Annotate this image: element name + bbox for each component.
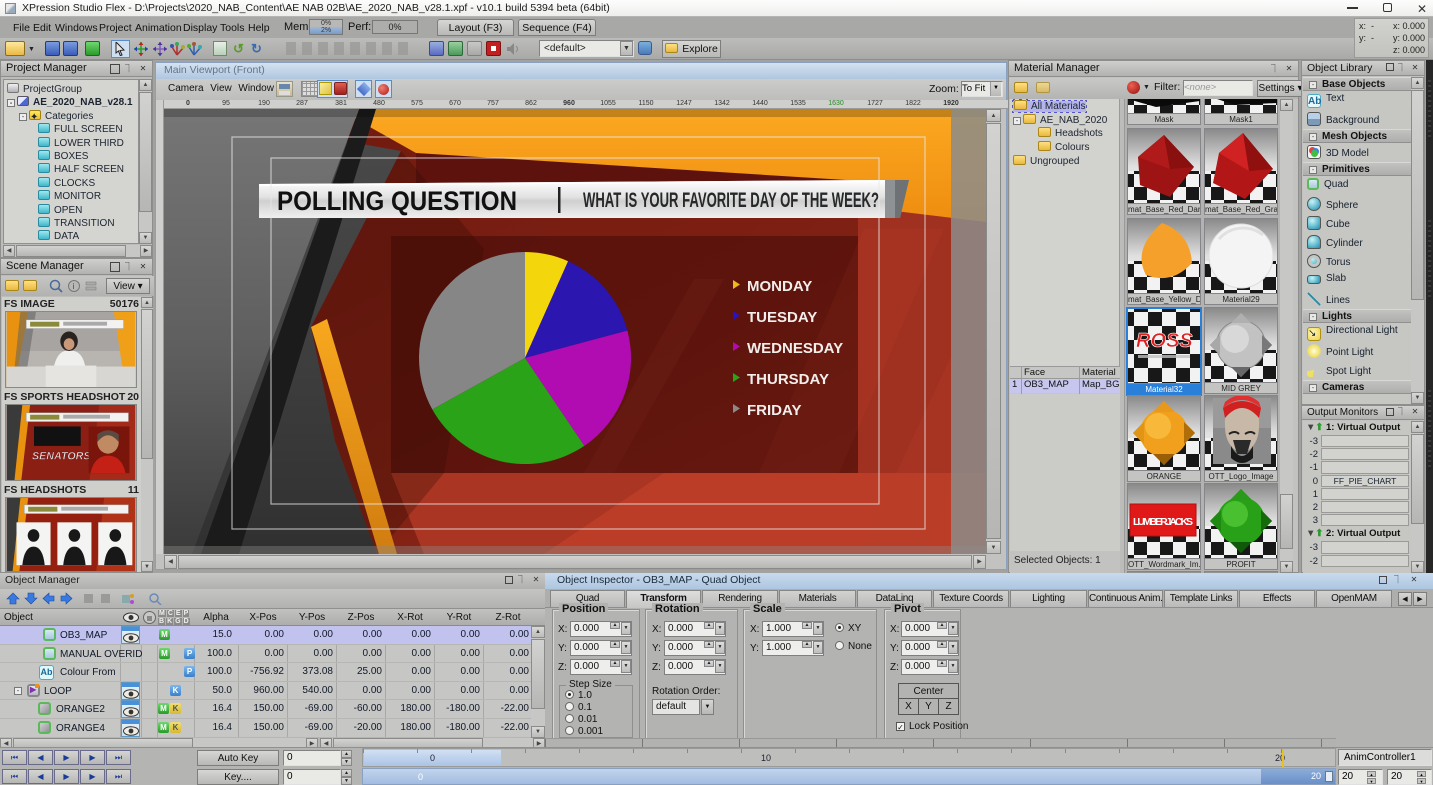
svg-text:i: i [73,282,75,291]
svg-text:ROSS: ROSS [1136,330,1193,352]
svg-text:POLLING QUESTION: POLLING QUESTION [277,186,517,216]
svg-text:THURSDAY: THURSDAY [747,371,829,388]
svg-text:WHAT IS YOUR FAVORITE DAY OF T: WHAT IS YOUR FAVORITE DAY OF THE WEEK? [583,189,879,212]
svg-text:FRIDAY: FRIDAY [747,402,801,419]
svg-text:MONDAY: MONDAY [747,278,812,295]
svg-text:SENATORS: SENATORS [32,451,91,463]
svg-text:TUESDAY: TUESDAY [747,309,817,326]
svg-text:WEDNESDAY: WEDNESDAY [747,340,843,357]
svg-text:LUMBERJACKS: LUMBERJACKS [1133,516,1193,528]
